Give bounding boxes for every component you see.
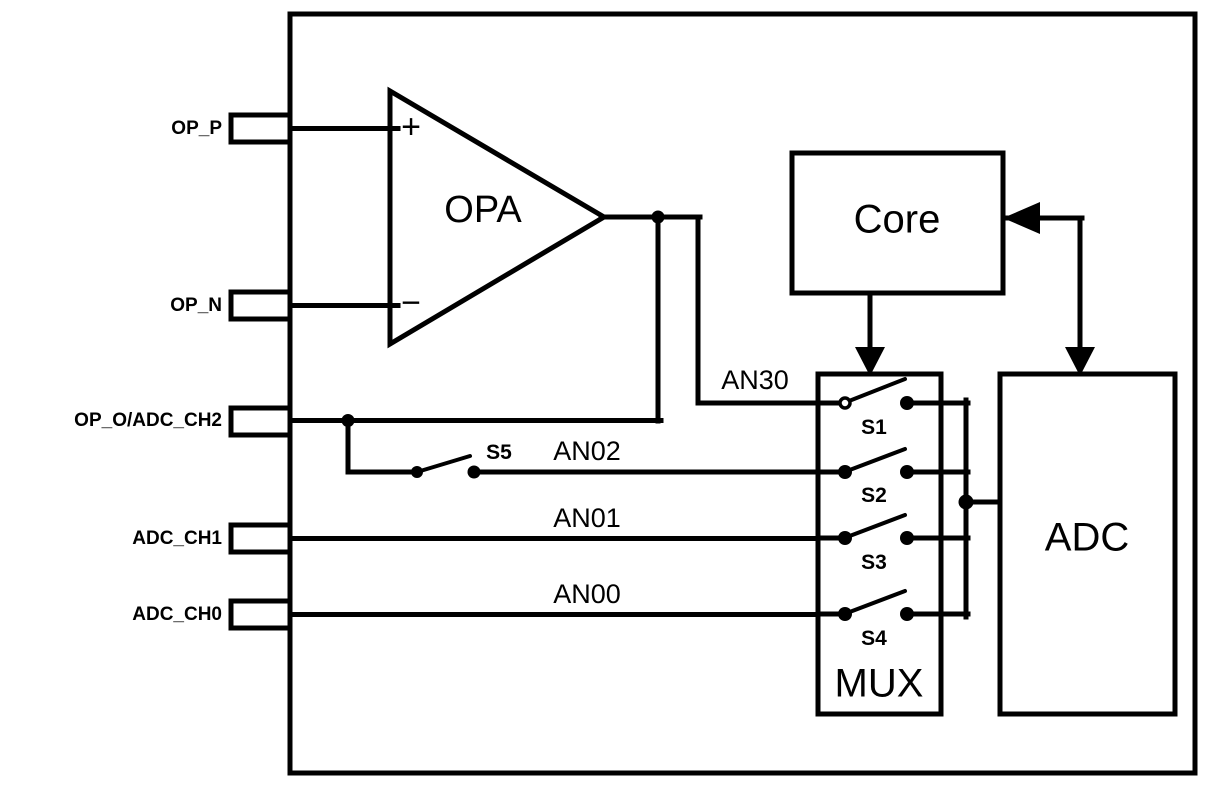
pin-label-adc-ch1: ADC_CH1	[132, 528, 222, 549]
circuit-diagram: OP_P OP_N OP_O/ADC_CH2 ADC_CH1 ADC_CH0 O…	[0, 0, 1211, 794]
pin-label-op-o-adc-ch2: OP_O/ADC_CH2	[74, 410, 222, 431]
opa-plus-sign: +	[401, 108, 421, 146]
switch-label-s4: S4	[861, 627, 887, 650]
opa-minus-sign: −	[401, 284, 421, 322]
pin-box-op-n	[228, 289, 293, 322]
pin-adc-ch1	[228, 522, 848, 555]
net-label-an02: AN02	[553, 436, 621, 466]
pin-adc-ch0	[228, 598, 848, 631]
core-label: Core	[854, 198, 941, 242]
pin-op-n	[228, 289, 401, 322]
switch-s5-blade[interactable]	[415, 454, 472, 474]
switch-s5-pivot[interactable]	[411, 466, 423, 478]
switch-label-s2: S2	[861, 484, 887, 507]
pin-label-op-n: OP_N	[170, 295, 222, 316]
switch-s2-pivot[interactable]	[838, 465, 852, 479]
junction-opa-output	[651, 210, 665, 224]
pin-op-p	[228, 112, 401, 145]
pin-box-op-p	[228, 112, 293, 145]
pin-label-op-p: OP_P	[171, 118, 222, 139]
mux-label: MUX	[835, 662, 924, 706]
switch-s4-pivot[interactable]	[838, 607, 852, 621]
opa-label: OPA	[444, 189, 522, 231]
net-label-an00: AN00	[553, 579, 621, 609]
junction-mux-output	[958, 494, 974, 510]
switch-label-s1: S1	[861, 416, 887, 439]
net-label-an01: AN01	[553, 503, 621, 533]
arrow-into-core	[1003, 202, 1040, 234]
pin-box-adc-ch0	[228, 598, 293, 631]
switch-label-s3: S3	[861, 551, 887, 574]
switch-s3-pivot[interactable]	[838, 531, 852, 545]
net-label-an30: AN30	[721, 365, 789, 395]
adc-label: ADC	[1045, 516, 1129, 560]
circuit-diagram-canvas: OP_P OP_N OP_O/ADC_CH2 ADC_CH1 ADC_CH0 O…	[74, 11, 1198, 776]
pin-box-op-o	[228, 405, 293, 438]
pin-label-adc-ch0: ADC_CH0	[132, 604, 222, 625]
pin-op-o-adc-ch2	[228, 405, 664, 438]
switch-label-s5: S5	[486, 441, 512, 464]
switch-s1-pivot[interactable]	[838, 396, 852, 410]
pin-box-adc-ch1	[228, 522, 293, 555]
